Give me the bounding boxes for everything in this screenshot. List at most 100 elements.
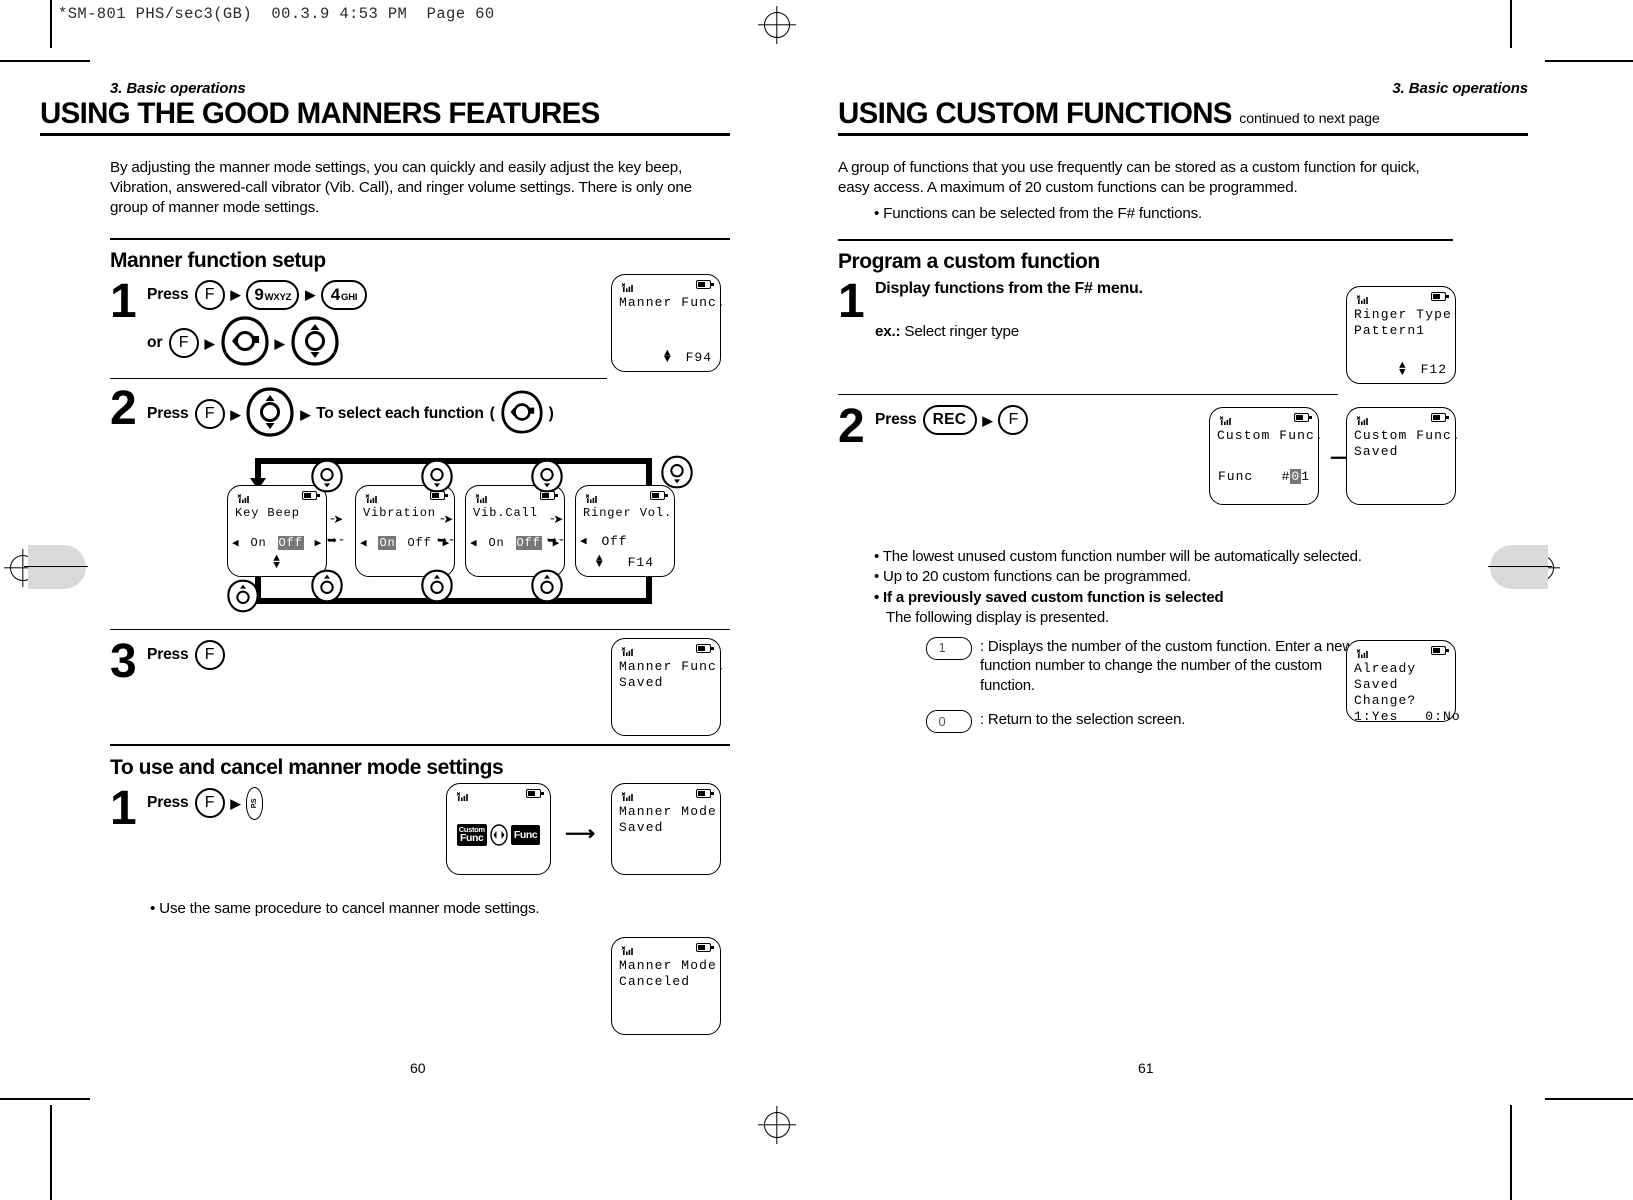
- antenna-icon: [456, 789, 469, 801]
- battery-icon: [696, 279, 714, 289]
- scroll-updown-icon: ▲ ▼: [1398, 359, 1407, 379]
- nav-key-down-icon[interactable]: [311, 458, 343, 499]
- key-f[interactable]: F: [194, 399, 225, 430]
- file-slug: *SM-801 PHS/sec3(GB) 00.3.9 4:53 PM Page…: [58, 5, 495, 23]
- crop-mark-br-h: [1545, 1098, 1633, 1101]
- left-arrow-icon: ◀: [470, 537, 478, 550]
- key-ps[interactable]: P.S: [246, 786, 264, 820]
- antenna-icon: [621, 789, 634, 801]
- right-arrow-icon: ▶: [314, 537, 322, 550]
- option-on: On: [488, 535, 505, 550]
- lcd-line-1: Custom Func.: [1354, 428, 1461, 444]
- antenna-icon: [1356, 292, 1369, 305]
- step-3-press-label: Press: [147, 645, 189, 663]
- crop-mark-tl-v: [50, 0, 52, 48]
- arrow-left-icon: ➥╶: [327, 532, 343, 547]
- crop-mark-bl-h: [0, 1098, 90, 1101]
- antenna-icon: [365, 491, 378, 503]
- antenna-icon: [1356, 413, 1369, 426]
- left-title-rule: [40, 133, 730, 137]
- right-step-2-press-label: Press: [875, 411, 917, 429]
- option-on: On: [250, 535, 267, 550]
- step-2-press-sequence: Press F ▶ ▶ To select each function ( ): [147, 387, 730, 442]
- note-item: • Up to 20 custom functions can be progr…: [874, 568, 1192, 586]
- custom-function-notes: • The lowest unused custom function numb…: [874, 547, 1528, 734]
- antenna-icon: [585, 491, 598, 503]
- nav-key-up-down-icon[interactable]: [246, 387, 294, 442]
- lcd-status-bar: [576, 486, 674, 506]
- nav-key-left-right-icon[interactable]: [220, 316, 269, 371]
- right-intro-bullet: • Functions can be selected from the F# …: [874, 205, 1203, 223]
- lcd-custom-func-selector: Custom Func Func: [446, 782, 551, 875]
- subhead-manner-function-setup: Manner function setup: [110, 248, 326, 272]
- flow-loop-left-down: [255, 457, 261, 480]
- key-4[interactable]: 4 GHI: [321, 279, 368, 310]
- nav-key-up-icon[interactable]: [421, 568, 453, 609]
- nav-key-down-icon[interactable]: [531, 458, 563, 499]
- nav-key-left-right-icon[interactable]: [501, 390, 543, 439]
- antenna-icon: [475, 491, 488, 503]
- left-rule-4: [110, 743, 730, 746]
- crop-mark-br-v: [1510, 1105, 1512, 1200]
- lcd-status-bar: [447, 784, 550, 804]
- flow-step-arrows: ╶➤ ➥╶: [547, 511, 563, 546]
- antenna-icon: [621, 644, 634, 656]
- scroll-updown-icon: ▲ ▼: [273, 553, 281, 573]
- right-step-1-number: 1: [838, 275, 865, 329]
- nav-key-down-icon[interactable]: [421, 458, 453, 499]
- lcd-line-1: Already: [1354, 661, 1417, 677]
- battery-icon: [696, 942, 714, 952]
- antenna-icon: [1219, 413, 1232, 426]
- lcd-status-bar: [1347, 408, 1455, 428]
- battery-icon: [696, 788, 714, 798]
- subhead-use-cancel-manner-mode: To use and cancel manner mode settings: [110, 755, 504, 779]
- lcd-fcode: F14: [627, 554, 654, 570]
- lcd-line-4: 1:Yes 0:No: [1354, 708, 1461, 724]
- key-1[interactable]: 1: [926, 636, 972, 660]
- step-4-press-label: Press: [147, 794, 189, 812]
- lcd-fcode: F94: [685, 349, 712, 365]
- nav-key-up-icon[interactable]: [531, 568, 563, 609]
- lcd-status-bar: [1210, 408, 1318, 428]
- lcd-mode-icons: Custom Func Func: [451, 823, 546, 846]
- crop-mark-tr-h: [1545, 60, 1633, 63]
- battery-icon: [1431, 646, 1449, 656]
- subhead-program-custom-function: Program a custom function: [838, 250, 1100, 274]
- key-9[interactable]: 9 WXYZ: [246, 279, 300, 310]
- flow-step-arrows: ╶➤ ➥╶: [327, 513, 343, 547]
- step-1-or-label: or: [147, 334, 163, 352]
- arrow-right-icon: ╶➤: [547, 511, 563, 526]
- left-page-number: 60: [410, 1060, 426, 1076]
- nav-key-up-down-icon[interactable]: [290, 316, 339, 371]
- sequence-arrow-icon: ▶: [305, 287, 316, 303]
- right-page: 3. Basic operations USING CUSTOM FUNCTIO…: [838, 80, 1528, 734]
- lcd-line-1: Manner Func.: [619, 658, 726, 674]
- step-3-row: 3 Press F Manner Func. Saved: [110, 637, 730, 744]
- lcd-status-bar: [612, 938, 720, 958]
- crop-mark-tl-h: [0, 60, 90, 63]
- step-4-number: 1: [110, 781, 137, 835]
- key-f[interactable]: F: [194, 279, 225, 310]
- right-step-2-number: 2: [838, 400, 865, 454]
- nav-key-up-icon[interactable]: [311, 568, 343, 609]
- nav-key-up-icon[interactable]: [227, 578, 259, 619]
- continued-note: continued to next page: [1239, 111, 1380, 127]
- sequence-arrow-icon: ▶: [982, 412, 993, 428]
- key-f[interactable]: F: [168, 328, 199, 359]
- step-2-press-label: Press: [147, 405, 189, 423]
- key-f[interactable]: F: [194, 788, 225, 819]
- key-0[interactable]: 0: [926, 710, 972, 734]
- lcd-selector-arrows-icon: [488, 824, 510, 846]
- sequence-arrow-icon: ▶: [274, 335, 285, 351]
- func-label: Func: [1218, 469, 1254, 485]
- lcd-line-2: Saved: [1354, 676, 1399, 692]
- sequence-arrow-icon: ▶: [230, 795, 241, 811]
- key-f[interactable]: F: [998, 405, 1029, 436]
- note-item-bold: • If a previously saved custom function …: [874, 588, 1224, 606]
- nav-key-down-icon[interactable]: [661, 454, 693, 495]
- sequence-arrow-icon: ▶: [204, 335, 215, 351]
- lcd-line-2: Pattern1: [1354, 322, 1426, 338]
- key-f[interactable]: F: [194, 639, 225, 670]
- key-rec[interactable]: REC: [922, 405, 977, 436]
- right-title-rule: [838, 133, 1528, 137]
